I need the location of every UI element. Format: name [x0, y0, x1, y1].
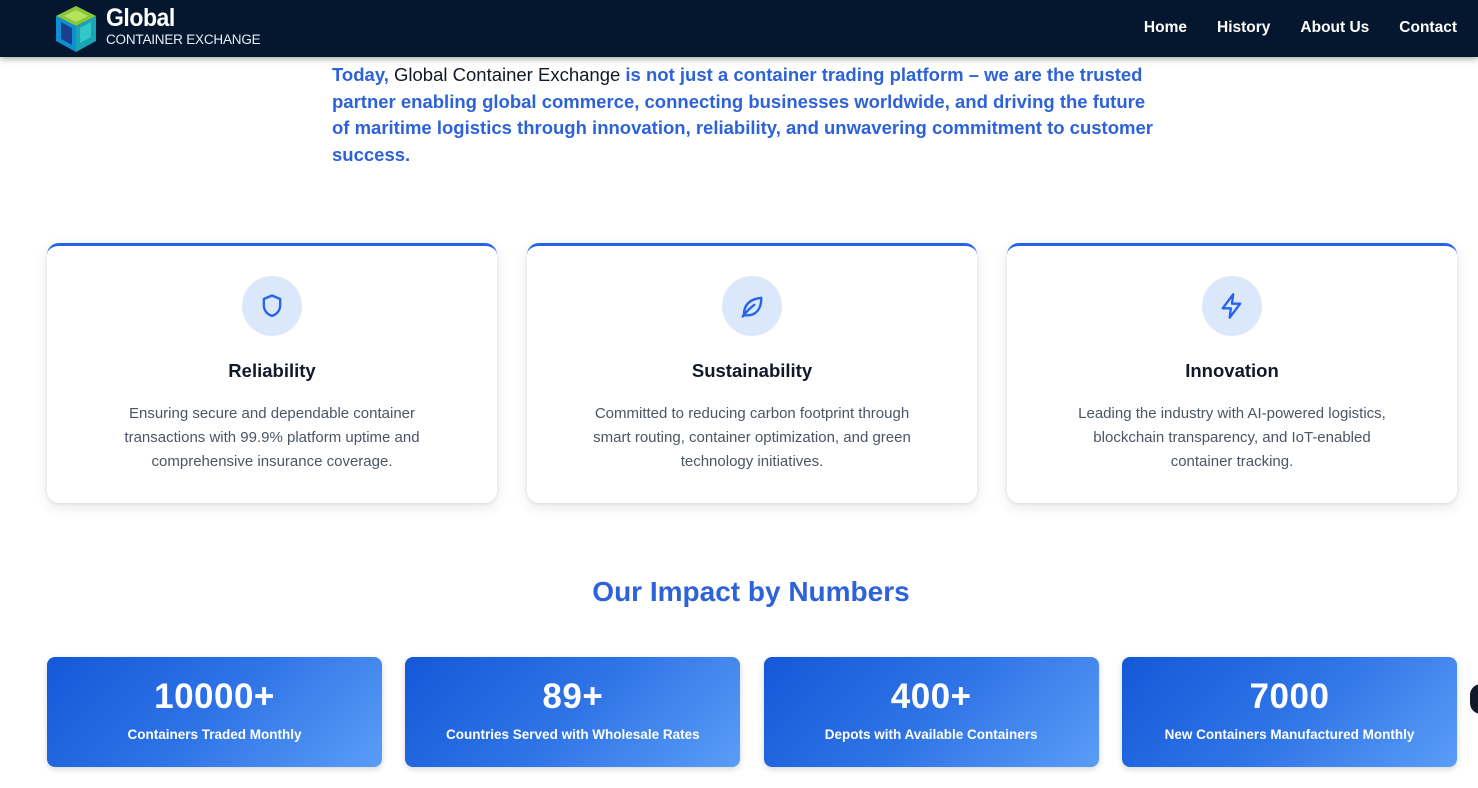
value-icon-badge: [722, 276, 782, 336]
value-title: Sustainability: [691, 360, 813, 381]
impact-stats: 10000+ Containers Traded Monthly 89+ Cou…: [47, 657, 1457, 767]
value-description: Leading the industry with AI-powered log…: [1078, 405, 1386, 470]
site-logo[interactable]: Global CONTAINER EXCHANGE: [50, 0, 261, 55]
value-title: Innovation: [1185, 360, 1279, 381]
shield-icon: [262, 294, 282, 318]
value-description: Ensuring secure and dependable container…: [124, 405, 420, 470]
value-title: Reliability: [228, 360, 316, 381]
stat-card-containers: 10000+ Containers Traded Monthly: [47, 657, 382, 767]
stat-number: 7000: [1249, 677, 1330, 716]
nav-history-link[interactable]: History: [1217, 19, 1270, 37]
stat-number: 89+: [542, 677, 604, 716]
intro-brand-name: Global Container Exchange: [394, 64, 621, 85]
lightning-icon: [1221, 293, 1242, 319]
value-description: Committed to reducing carbon footprint t…: [593, 405, 911, 470]
floating-chat-button[interactable]: [1470, 684, 1478, 714]
stat-label: Countries Served with Wholesale Rates: [446, 727, 700, 742]
main-nav: Home History About Us Contact: [1114, 0, 1457, 55]
stat-label: Depots with Available Containers: [824, 727, 1038, 742]
stat-card-depots: 400+ Depots with Available Containers: [763, 657, 1099, 767]
stat-card-new-containers: 7000 New Containers Manufactured Monthly: [1121, 657, 1457, 767]
value-card-innovation: Innovation Leading the industry with AI-…: [1007, 243, 1457, 503]
logo-title: Global: [106, 3, 175, 32]
stat-number: 10000+: [154, 677, 275, 716]
nav-contact-link[interactable]: Contact: [1399, 19, 1457, 37]
nav-home-link[interactable]: Home: [1144, 19, 1187, 37]
logo-subtitle: CONTAINER EXCHANGE: [106, 31, 261, 47]
intro-paragraph: Today, Global Container Exchange is not …: [332, 62, 1162, 168]
leaf-icon: [741, 296, 763, 318]
value-card-sustainability: Sustainability Committed to reducing car…: [527, 243, 977, 503]
stat-number: 400+: [890, 677, 972, 716]
stat-card-countries: 89+ Countries Served with Wholesale Rate…: [405, 657, 741, 767]
value-icon-badge: [242, 276, 302, 336]
value-card-reliability: Reliability Ensuring secure and dependab…: [47, 243, 497, 503]
stat-label: New Containers Manufactured Monthly: [1164, 727, 1415, 742]
cube-logo-icon: [56, 5, 96, 52]
values-section: Reliability Ensuring secure and dependab…: [47, 243, 1457, 503]
nav-about-us-link[interactable]: About Us: [1300, 19, 1369, 37]
stat-label: Containers Traded Monthly: [127, 727, 302, 742]
impact-section-title: Our Impact by Numbers: [592, 576, 910, 607]
value-icon-badge: [1202, 276, 1262, 336]
top-navigation-bar: Global CONTAINER EXCHANGE Home History A…: [0, 0, 1478, 57]
intro-lead: Today,: [332, 64, 395, 85]
